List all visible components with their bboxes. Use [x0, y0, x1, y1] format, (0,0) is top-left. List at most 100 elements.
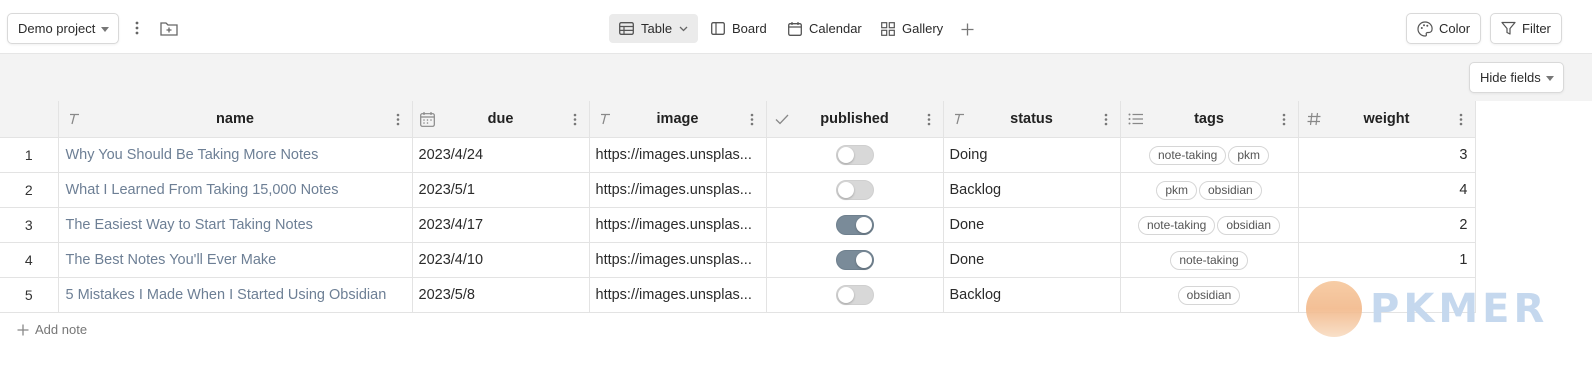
board-icon	[711, 22, 725, 35]
column-menu-icon[interactable]	[925, 111, 933, 127]
published-cell	[765, 242, 944, 278]
column-menu-icon[interactable]	[1102, 111, 1110, 127]
column-header-label: status	[1010, 111, 1053, 127]
column-header-status[interactable]: status	[942, 101, 1121, 138]
tags-cell[interactable]: note-taking pkm	[1119, 137, 1299, 173]
image-cell[interactable]: https://images.unsplas...	[588, 172, 767, 208]
weight-cell[interactable]: 2	[1297, 207, 1476, 243]
column-menu-icon[interactable]	[1280, 111, 1288, 127]
tags-cell[interactable]: obsidian	[1119, 277, 1299, 313]
weight-cell[interactable]: 4	[1297, 172, 1476, 208]
column-menu-icon[interactable]	[1457, 111, 1465, 127]
tag-chip: obsidian	[1217, 215, 1281, 235]
column-menu-icon[interactable]	[748, 111, 756, 127]
view-tab-gallery[interactable]: Gallery	[881, 14, 943, 43]
due-cell[interactable]: 2023/5/1	[411, 172, 590, 208]
column-header-name[interactable]: name	[57, 101, 413, 138]
status-cell[interactable]: Backlog	[942, 172, 1121, 208]
watermark-text: PKMER	[1370, 286, 1549, 332]
list-type-icon	[1128, 111, 1144, 127]
more-vertical-icon[interactable]	[126, 17, 148, 39]
tag-chip: obsidian	[1177, 285, 1241, 305]
note-name-link[interactable]: 5 Mistakes I Made When I Started Using O…	[57, 277, 413, 313]
toggle-knob	[855, 252, 872, 268]
row-number-header	[0, 101, 59, 138]
palette-icon	[1417, 20, 1433, 37]
tag-chip: note-taking	[1137, 215, 1216, 235]
published-cell	[765, 137, 944, 173]
image-cell[interactable]: https://images.unsplas...	[588, 277, 767, 313]
column-header-image[interactable]: image	[588, 101, 767, 138]
toggle-knob	[837, 287, 854, 303]
column-menu-icon[interactable]	[571, 111, 579, 127]
tag-chip: pkm	[1228, 145, 1270, 165]
published-cell	[765, 207, 944, 243]
view-tab-label: Board	[732, 21, 767, 36]
tags-cell[interactable]: pkm obsidian	[1119, 172, 1299, 208]
top-toolbar: Demo project Table Board Calendar Galler…	[0, 0, 1592, 54]
pkmer-watermark: PKMER	[1306, 281, 1548, 337]
data-table: name due image published status tags wei…	[0, 101, 1476, 313]
weight-cell[interactable]: 1	[1297, 242, 1476, 278]
row-number: 2	[0, 172, 59, 208]
published-toggle[interactable]	[835, 145, 874, 165]
tags-cell[interactable]: note-taking	[1119, 242, 1299, 278]
published-toggle[interactable]	[835, 285, 874, 305]
caret-down-icon	[1546, 76, 1554, 81]
table-row: 4 The Best Notes You'll Ever Make 2023/4…	[0, 242, 1476, 278]
published-cell	[765, 277, 944, 313]
add-view-icon[interactable]	[956, 18, 978, 40]
plus-icon	[17, 324, 29, 335]
tags-cell[interactable]: note-taking obsidian	[1119, 207, 1299, 243]
note-name-link[interactable]: Why You Should Be Taking More Notes	[57, 137, 413, 173]
color-label: Color	[1439, 21, 1471, 36]
column-header-label: due	[487, 111, 514, 127]
note-name-link[interactable]: The Best Notes You'll Ever Make	[57, 242, 413, 278]
view-tab-label: Gallery	[902, 21, 944, 36]
status-cell[interactable]: Done	[942, 207, 1121, 243]
view-tab-calendar[interactable]: Calendar	[788, 14, 862, 43]
due-cell[interactable]: 2023/4/17	[411, 207, 590, 243]
table-subbar: Hide fields	[0, 54, 1592, 101]
due-cell[interactable]: 2023/4/10	[411, 242, 590, 278]
number-type-icon	[1306, 111, 1322, 127]
status-cell[interactable]: Done	[942, 242, 1121, 278]
text-type-icon	[951, 111, 967, 127]
published-toggle[interactable]	[835, 215, 874, 235]
published-toggle[interactable]	[835, 180, 874, 200]
color-button[interactable]: Color	[1406, 13, 1482, 44]
note-name-link[interactable]: The Easiest Way to Start Taking Notes	[57, 207, 413, 243]
image-cell[interactable]: https://images.unsplas...	[588, 207, 767, 243]
filter-button[interactable]: Filter	[1490, 13, 1562, 44]
add-note-button[interactable]: Add note	[17, 322, 87, 337]
column-header-label: published	[820, 111, 889, 127]
new-folder-icon[interactable]	[158, 17, 180, 39]
toggle-knob	[855, 217, 872, 233]
column-header-tags[interactable]: tags	[1119, 101, 1299, 138]
column-header-label: image	[656, 111, 699, 127]
status-cell[interactable]: Backlog	[942, 277, 1121, 313]
column-header-weight[interactable]: weight	[1297, 101, 1476, 138]
status-cell[interactable]: Doing	[942, 137, 1121, 173]
view-tab-board[interactable]: Board	[711, 14, 767, 43]
project-selector[interactable]: Demo project	[7, 13, 119, 44]
toggle-knob	[837, 147, 854, 163]
due-cell[interactable]: 2023/5/8	[411, 277, 590, 313]
row-number: 5	[0, 277, 59, 313]
toggle-knob	[837, 182, 854, 198]
hide-fields-label: Hide fields	[1480, 70, 1541, 85]
hide-fields-button[interactable]: Hide fields	[1469, 62, 1564, 93]
weight-cell[interactable]: 3	[1297, 137, 1476, 173]
view-tab-table[interactable]: Table	[609, 14, 699, 43]
published-toggle[interactable]	[835, 250, 874, 270]
image-cell[interactable]: https://images.unsplas...	[588, 137, 767, 173]
due-cell[interactable]: 2023/4/24	[411, 137, 590, 173]
column-menu-icon[interactable]	[394, 111, 402, 127]
note-name-link[interactable]: What I Learned From Taking 15,000 Notes	[57, 172, 413, 208]
text-type-icon	[597, 111, 613, 127]
column-header-published[interactable]: published	[765, 101, 944, 138]
image-cell[interactable]: https://images.unsplas...	[588, 242, 767, 278]
row-number: 4	[0, 242, 59, 278]
column-header-due[interactable]: due	[411, 101, 590, 138]
tag-chip: note-taking	[1148, 145, 1227, 165]
